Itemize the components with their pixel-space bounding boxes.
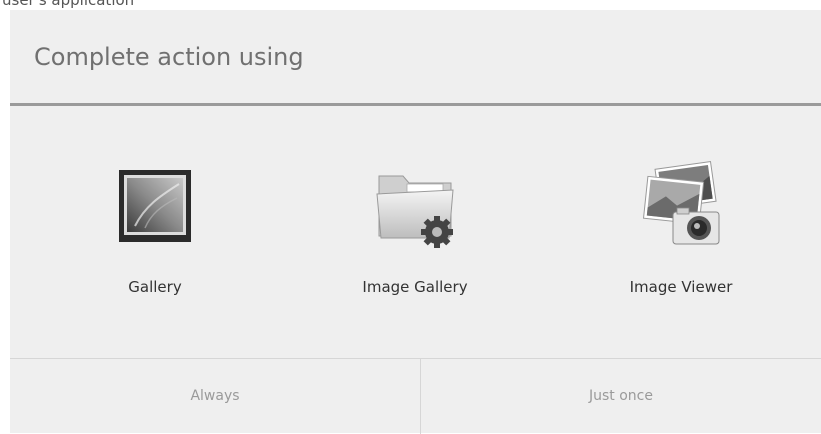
app-option-image-viewer[interactable]: Image Viewer [566,146,796,316]
just-once-button[interactable]: Just once [421,359,821,434]
app-label-image-viewer: Image Viewer [629,278,733,296]
dialog-title: Complete action using [34,43,304,71]
app-grid: Gallery Image Gallery Image Viewer [10,106,821,358]
app-option-gallery[interactable]: Gallery [40,146,270,316]
app-label-gallery: Gallery [128,278,182,296]
gallery-icon [105,156,205,256]
chooser-dialog: Complete action using Gallery Image Gall… [10,10,821,434]
always-button[interactable]: Always [10,359,420,434]
clipped-caption: user's application [0,0,200,10]
app-label-image-gallery: Image Gallery [362,278,468,296]
folder-gear-icon [365,156,465,256]
dialog-header: Complete action using [10,10,821,103]
app-option-image-gallery[interactable]: Image Gallery [300,146,530,316]
photos-camera-icon [631,156,731,256]
button-bar: Always Just once [10,358,821,434]
clipped-caption-text: user's application [2,0,135,9]
